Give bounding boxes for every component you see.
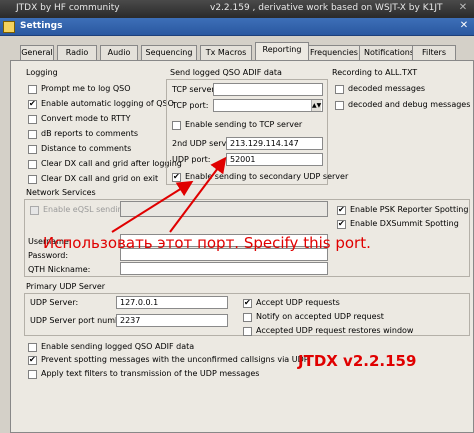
main-window-close-icon[interactable]: ✕ [456,2,470,15]
recording-group-title: Recording to ALL.TXT [332,68,418,77]
decoded-debug-box[interactable] [335,101,344,110]
tcp-port-select[interactable]: ▲▼ [213,99,323,112]
restore-window-box[interactable] [243,327,252,336]
prevent-spotting-label: Prevent spotting messages with the uncon… [41,355,309,364]
enable-adif-sending-label: Enable sending logged QSO ADIF data [41,342,195,351]
auto-logging-label: Enable automatic logging of QSO [41,99,174,108]
tab-general[interactable]: General [20,45,54,60]
db-reports-label: dB reports to comments [41,129,139,138]
convert-rtty-box[interactable] [28,115,37,124]
settings-title: Settings [20,21,63,31]
clear-on-exit-label: Clear DX call and grid on exit [41,174,159,183]
tab-reporting[interactable]: Reporting [255,42,309,60]
decoded-debug-label: decoded and debug messages [348,100,471,109]
settings-close-icon[interactable]: ✕ [457,20,471,33]
enable-secondary-udp-label: Enable sending to secondary UDP server [185,172,349,181]
clear-after-logging-box[interactable] [28,160,37,169]
psk-reporter-label: Enable PSK Reporter Spotting [350,205,469,214]
tab-filters[interactable]: Filters [412,45,456,60]
tab-sequencing[interactable]: Sequencing [141,45,197,60]
eqsl-label: Enable eQSL sending [43,205,128,214]
tab-audio[interactable]: Audio [100,45,138,60]
accept-udp-box[interactable] [243,298,252,308]
restore-window-label: Accepted UDP request restores window [256,326,414,335]
primary-udp-group-title: Primary UDP Server [26,282,106,291]
settings-titlebar: Settings ✕ [0,18,474,36]
prevent-spotting-box[interactable] [28,355,37,365]
adif-group-title: Send logged QSO ADIF data [170,68,282,77]
convert-rtty-label: Convert mode to RTTY [41,114,131,123]
qth-nickname-label: QTH Nickname: [28,265,91,274]
main-window-version: v2.2.159 , derivative work based on WSJT… [210,3,443,13]
tab-notifications[interactable]: Notifications [359,45,419,60]
enable-tcp-box[interactable] [172,121,181,130]
decoded-messages-label: decoded messages [348,84,426,93]
notify-udp-label: Notify on accepted UDP request [256,312,384,321]
psk-reporter-box[interactable] [337,205,346,215]
tab-frequencies[interactable]: Frequencies [305,45,363,60]
main-window-title: JTDX by HF community [16,3,120,13]
tcp-port-label: TCP port: [172,101,209,110]
qth-nickname-input[interactable] [120,262,328,275]
notify-udp-box[interactable] [243,313,252,322]
udp-port-input[interactable]: 52001 [226,153,323,166]
apply-text-filters-label: Apply text filters to transmission of th… [41,369,260,378]
distance-comments-box[interactable] [28,145,37,154]
tab-radio[interactable]: Radio [57,45,97,60]
tcp-server-label: TCP server: [172,85,218,94]
tab-tx-macros[interactable]: Tx Macros [200,45,252,60]
prompt-log-qso-box[interactable] [28,85,37,94]
udp2-server-input[interactable]: 213.129.114.147 [226,137,323,150]
enable-secondary-udp-box[interactable] [172,172,181,182]
accept-udp-label: Accept UDP requests [256,298,340,307]
dxsummit-box[interactable] [337,219,346,229]
apply-text-filters-box[interactable] [28,370,37,379]
password-label: Password: [28,251,69,260]
distance-comments-label: Distance to comments [41,144,132,153]
logging-group-title: Logging [26,68,58,77]
jtdx-version-label: JTDX v2.2.159 [298,352,417,370]
prompt-log-qso-label: Prompt me to log QSO [41,84,131,93]
dxsummit-label: Enable DXSummit Spotting [350,219,459,228]
clear-after-logging-label: Clear DX call and grid after logging [41,159,182,168]
main-window-titlebar: JTDX by HF community v2.2.159 , derivati… [0,0,474,18]
eqsl-field [120,201,328,217]
db-reports-box[interactable] [28,130,37,139]
clear-on-exit-box[interactable] [28,175,37,184]
udp-server-label: UDP Server: [30,298,79,307]
network-group-title: Network Services [26,188,96,197]
settings-tabbar: General Radio Audio Sequencing Tx Macros… [10,42,474,60]
udp-port-label: UDP port: [172,155,211,164]
auto-logging-box[interactable] [28,99,37,109]
eqsl-box[interactable] [30,206,39,215]
tcp-port-spin-icon[interactable]: ▲▼ [311,100,321,111]
tcp-server-input[interactable] [213,83,323,96]
settings-app-icon [3,21,15,33]
annotation-text: Использовать этот порт. Specify this por… [43,234,371,252]
udp-server-input[interactable]: 127.0.0.1 [116,296,228,309]
udp-port-number-input[interactable]: 2237 [116,314,228,327]
enable-tcp-label: Enable sending to TCP server [185,120,303,129]
enable-adif-sending-box[interactable] [28,343,37,352]
decoded-messages-box[interactable] [335,85,344,94]
